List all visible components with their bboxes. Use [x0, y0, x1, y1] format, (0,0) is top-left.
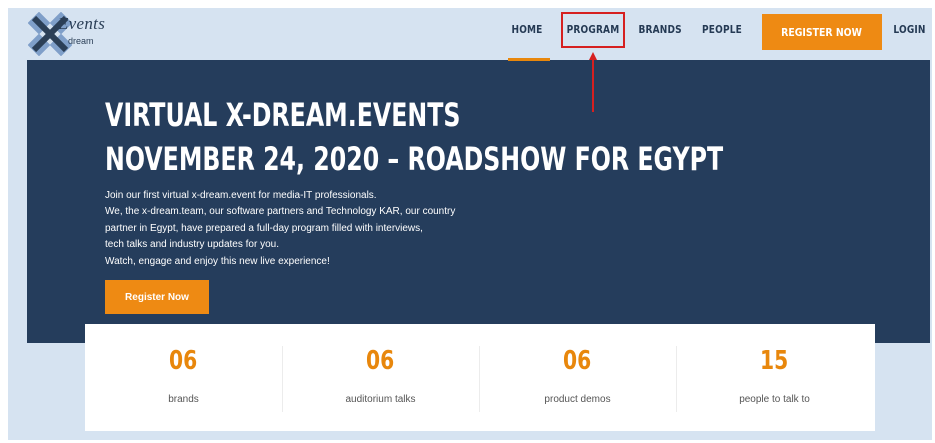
active-nav-indicator: [508, 58, 550, 61]
stat-auditorium-talks: 06 auditorium talks: [282, 324, 479, 431]
highlight-box: [561, 12, 625, 48]
hero-register-button[interactable]: Register Now: [105, 280, 209, 314]
stat-label: auditorium talks: [345, 394, 416, 405]
hero-title-line1: VIRTUAL X-DREAM.EVENTS: [105, 96, 461, 134]
stat-brands: 06 brands: [85, 324, 282, 431]
hero-description: Join our first virtual x-dream.event for…: [105, 188, 525, 270]
nav-home[interactable]: HOME: [508, 8, 546, 52]
logo-events-text: Events: [58, 14, 106, 33]
stat-label: people to talk to: [739, 394, 810, 405]
stat-value: 06: [563, 346, 592, 376]
stat-value: 06: [169, 346, 198, 376]
hero-description-line: partner in Egypt, have prepared a full-d…: [105, 222, 423, 234]
nav-login[interactable]: LOGIN: [893, 8, 925, 52]
red-arrow-icon: [589, 52, 597, 112]
hero-description-line: Join our first virtual x-dream.event for…: [105, 190, 377, 201]
stat-label: product demos: [544, 394, 611, 405]
stats-panel: 06 brands 06 auditorium talks 06 product…: [85, 324, 875, 431]
nav-people[interactable]: PEOPLE: [701, 8, 744, 52]
hero-description-line: We, the x-dream.team, our software partn…: [105, 206, 456, 218]
stat-label: brands: [168, 394, 199, 405]
page-frame: VIRTUAL X-DREAM.EVENTS NOVEMBER 24, 2020…: [8, 8, 932, 440]
register-now-button[interactable]: REGISTER NOW: [762, 14, 882, 50]
hero-description-line: tech talks and industry updates for you.: [105, 239, 279, 251]
stat-product-demos: 06 product demos: [479, 324, 676, 431]
stat-value: 15: [760, 346, 789, 376]
nav-brands[interactable]: BRANDS: [639, 8, 682, 52]
register-now-label: REGISTER NOW: [781, 25, 863, 39]
stat-people: 15 people to talk to: [676, 324, 873, 431]
logo-dream-text: dream: [68, 36, 94, 46]
hero-banner: VIRTUAL X-DREAM.EVENTS NOVEMBER 24, 2020…: [27, 60, 930, 343]
stat-value: 06: [366, 346, 395, 376]
site-header: Events dream HOME PROGRAM BRANDS PEOPLE …: [8, 8, 932, 61]
hero-title-line2: NOVEMBER 24, 2020 – ROADSHOW FOR EGYPT: [105, 140, 724, 178]
hero-description-line: Watch, engage and enjoy this new live ex…: [105, 255, 330, 267]
site-logo[interactable]: Events dream: [28, 12, 120, 56]
